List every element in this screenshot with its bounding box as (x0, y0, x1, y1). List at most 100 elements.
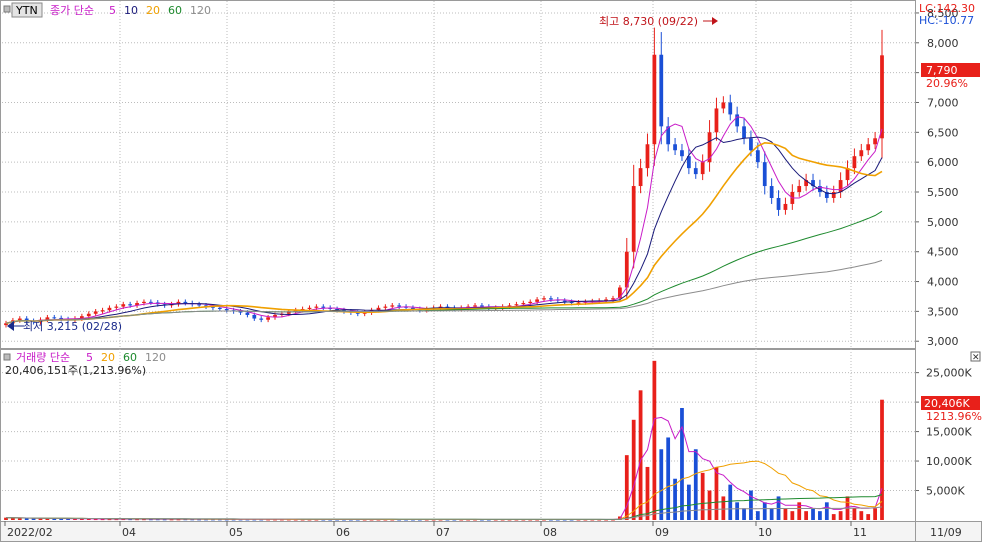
candle-body (735, 114, 740, 127)
volume-bar (818, 511, 822, 520)
date-tick-label: 11 (853, 526, 867, 539)
candle-body (852, 156, 857, 169)
legend-entry: 5 (109, 4, 116, 17)
candle-body (631, 186, 636, 252)
legend-entry: 60 (168, 4, 182, 17)
last-volume-change-label: 1213.96% (926, 410, 982, 423)
candle-body (742, 126, 746, 139)
volume-bar (769, 508, 774, 520)
volume-bar (866, 514, 871, 520)
volume-summary: 20,406,151주(1,213.96%) (5, 364, 146, 377)
volume-bar (728, 484, 733, 520)
price-tick-label: 4,500 (927, 246, 959, 259)
candle-body (197, 304, 202, 306)
date-tick-label: 2022/02 (7, 526, 53, 539)
volume-tick-label: 25,000K (926, 367, 972, 380)
candle-body (680, 150, 684, 157)
volume-bar (873, 508, 877, 520)
price-tick-label: 5,500 (927, 186, 959, 199)
candle-body (321, 306, 326, 308)
candle-body (121, 304, 126, 307)
candle-body (542, 298, 546, 300)
legend-entry: 거래량 단순 (16, 351, 70, 364)
legend-entry: 60 (123, 351, 137, 364)
last-volume-label: 20,406K (924, 397, 970, 410)
candle-body (52, 317, 57, 319)
candle-body (652, 54, 657, 145)
candle-body (549, 298, 553, 300)
volume-bar (859, 511, 864, 520)
candle-body (307, 307, 312, 309)
volume-bar (755, 511, 760, 520)
candle-body (148, 301, 153, 303)
candle-body (859, 150, 864, 157)
volume-tick-label: 5,000K (926, 485, 965, 498)
date-tick-label: 08 (543, 526, 557, 539)
candle-body (183, 301, 188, 304)
candle-body (645, 144, 650, 169)
volume-bar (742, 508, 746, 520)
volume-bar (804, 511, 809, 520)
candle-body (383, 306, 388, 308)
legend-entry: 120 (190, 4, 211, 17)
candle-body (128, 304, 133, 306)
candle-body (797, 186, 802, 193)
volume-bar (790, 511, 795, 520)
last-price-label: 7,790 (926, 64, 958, 77)
candle-body (107, 307, 112, 311)
price-tick-label: 7,000 (927, 96, 959, 109)
candle-body (749, 138, 753, 151)
right-axis-separator (915, 0, 916, 542)
last-change-label: 20.96% (926, 77, 968, 90)
candle-body (776, 197, 781, 210)
price-tick-label: 8,000 (927, 37, 959, 50)
candle-body (224, 308, 229, 311)
hc-label: HC:-10.77 (919, 14, 974, 27)
candle-body (700, 162, 705, 175)
candle-body (831, 192, 836, 198)
date-tick-label: 05 (229, 526, 243, 539)
price-tick-label: 3,000 (927, 335, 959, 348)
candle-body (755, 150, 760, 163)
price-tick-label: 6,000 (927, 156, 959, 169)
candle-body (217, 307, 222, 309)
stock-chart[interactable]: 3,000 3,500 4,000 4,500 5,000 5,500 6,000 6,500… (0, 0, 982, 542)
candle-body (873, 138, 877, 145)
volume-bar (631, 419, 636, 520)
volume-bar (686, 484, 691, 520)
candle-body (535, 299, 540, 302)
date-tick-label: 04 (122, 526, 136, 539)
legend-entry: 5 (86, 351, 93, 364)
price-panel-menu-icon[interactable] (3, 5, 11, 13)
volume-panel-menu-icon[interactable] (3, 353, 11, 361)
volume-panel-close-glyph: ✕ (972, 353, 980, 363)
candle-body (880, 55, 884, 139)
volume-bar (666, 437, 671, 520)
price-tick-label: 6,500 (927, 126, 959, 139)
candle-body (480, 305, 484, 307)
candle-body (314, 306, 319, 308)
volume-bar (638, 390, 643, 520)
volume-tick-label: 15,000K (926, 426, 972, 439)
candle-body (769, 186, 774, 198)
high-annotation-text: 최고 8,730 (09/22) (599, 15, 698, 28)
volume-bar (824, 502, 829, 520)
volume-tick-label: 10,000K (926, 455, 972, 468)
candle-body (514, 304, 519, 306)
volume-bar (707, 490, 712, 520)
volume-bar (838, 511, 843, 520)
volume-bar (17, 518, 22, 520)
candle-body (259, 318, 264, 320)
candle-body (245, 312, 250, 315)
legend-entry: 종가 단순 (50, 4, 94, 17)
candle-body (728, 102, 733, 115)
volume-bar (714, 466, 719, 520)
candle-body (266, 317, 270, 320)
candle-body (673, 144, 677, 151)
date-tick-label: 06 (336, 526, 350, 539)
low-annotation-text: 최저 3,215 (02/28) (23, 320, 122, 333)
price-tick-label: 4,000 (927, 276, 959, 289)
volume-bar (735, 502, 740, 520)
date-tick-label: 07 (436, 526, 450, 539)
date-right-label: 11/09 (930, 526, 962, 539)
